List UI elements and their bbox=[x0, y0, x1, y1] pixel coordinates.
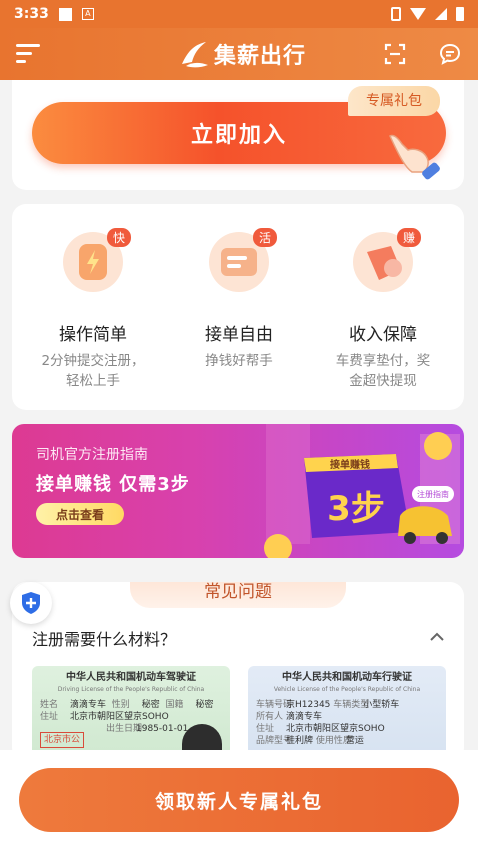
status-bar: 3:33 A bbox=[0, 0, 478, 28]
feature-tag: 快 bbox=[106, 228, 131, 247]
registration-guide-banner[interactable]: 司机官方注册指南 接单赚钱 仅需3步 点击查看 接单赚钱 3步 注册指南 bbox=[12, 424, 464, 558]
notification-square-icon bbox=[58, 7, 72, 21]
pointing-hand-icon bbox=[389, 134, 440, 180]
art-tag-text: 注册指南 bbox=[417, 489, 449, 499]
feature-desc: 挣钱好帮手 bbox=[205, 353, 273, 369]
view-guide-button[interactable]: 点击查看 bbox=[36, 503, 124, 525]
vehicle-license-sample: 中华人民共和国机动车行驶证 Vehicle License of the Peo… bbox=[248, 666, 446, 762]
art-steps-text: 3步 bbox=[327, 489, 385, 529]
scan-icon[interactable] bbox=[384, 43, 406, 65]
chat-icon[interactable] bbox=[438, 42, 462, 66]
feature-title: 接单自由 bbox=[205, 325, 273, 345]
battery-icon bbox=[456, 7, 464, 21]
claim-gift-button[interactable]: 领取新人专属礼包 bbox=[19, 768, 459, 832]
feature-item[interactable]: 快 操作简单 2分钟提交注册， 轻松上手 bbox=[18, 228, 168, 391]
feature-desc: 2分钟提交注册， 轻松上手 bbox=[41, 353, 145, 389]
chevron-up-icon[interactable] bbox=[430, 632, 444, 642]
brand-logo-icon bbox=[182, 42, 208, 68]
feature-desc: 车费享垫付，奖 金超快提现 bbox=[335, 353, 431, 389]
menu-icon[interactable] bbox=[16, 44, 40, 64]
feature-title: 收入保障 bbox=[349, 325, 417, 345]
faq-tab-title: 常见问题 bbox=[130, 582, 346, 608]
status-time: 3:33 bbox=[14, 6, 49, 22]
feature-item[interactable]: 活 接单自由 挣钱好帮手 bbox=[164, 228, 314, 371]
faq-card: 常见问题 注册需要什么材料？ 中华人民共和国机动车驾驶证 Driving Lic… bbox=[12, 582, 464, 762]
app-name: 集薪出行 bbox=[214, 44, 307, 69]
notification-a-icon: A bbox=[81, 8, 94, 20]
feature-title: 操作简单 bbox=[59, 325, 127, 345]
driver-license-sample: 中华人民共和国机动车驾驶证 Driving License of the Peo… bbox=[32, 666, 230, 762]
brand: 集薪出行 bbox=[178, 38, 306, 70]
features-card: 快 操作简单 2分钟提交注册， 轻松上手 活 接单自由 挣钱好帮手 赚 收入保障… bbox=[12, 204, 464, 410]
art-ribbon-text: 接单赚钱 bbox=[330, 458, 370, 471]
promo-card: 立即加入 专属礼包 bbox=[12, 80, 464, 190]
bottom-bar: 领取新人专属礼包 bbox=[0, 750, 478, 851]
stamp: 北京市公 bbox=[40, 732, 85, 748]
feature-tag: 活 bbox=[252, 228, 277, 247]
feature-tag: 赚 bbox=[396, 228, 421, 247]
shield-plus-icon bbox=[22, 592, 40, 614]
signal-icon bbox=[435, 8, 447, 20]
banner-title: 接单赚钱 仅需3步 bbox=[36, 474, 190, 495]
banner-subtitle: 司机官方注册指南 bbox=[36, 447, 148, 463]
security-float-button[interactable] bbox=[10, 582, 52, 624]
feature-item[interactable]: 赚 收入保障 车费享垫付，奖 金超快提现 bbox=[308, 228, 458, 391]
app-header: 集薪出行 bbox=[0, 28, 478, 80]
gift-badge: 专属礼包 bbox=[348, 86, 440, 116]
vibrate-icon bbox=[391, 7, 401, 21]
three-steps-illustration: 接单赚钱 3步 注册指南 bbox=[264, 424, 460, 558]
wifi-icon bbox=[410, 8, 426, 20]
faq-question[interactable]: 注册需要什么材料？ bbox=[32, 626, 176, 650]
